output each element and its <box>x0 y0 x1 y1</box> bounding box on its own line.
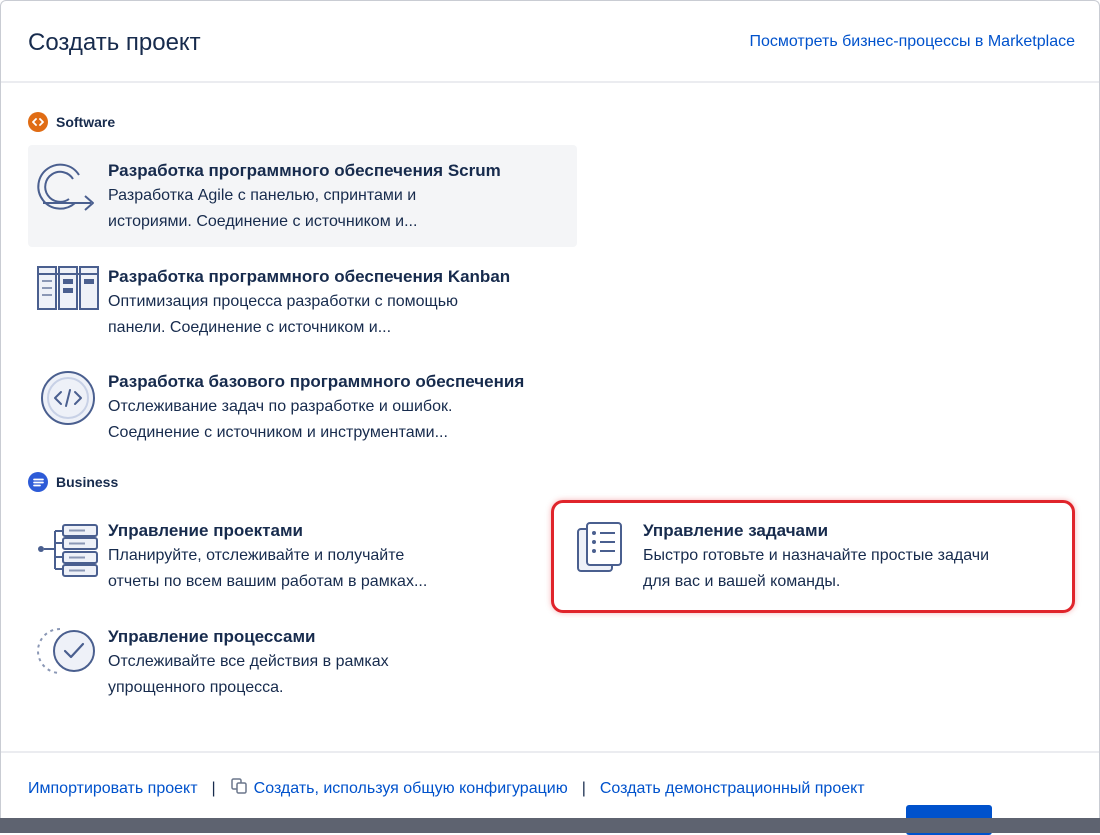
marketplace-link[interactable]: Посмотреть бизнес-процессы в Marketplace <box>749 33 1075 51</box>
import-project-link[interactable]: Импортировать проект <box>28 779 198 799</box>
template-name: Управление проектами <box>108 521 303 540</box>
shared-config-link[interactable]: Создать, используя общую конфигурацию <box>230 777 568 801</box>
template-basic-software[interactable]: Разработка базового программного обеспеч… <box>28 356 577 456</box>
page-title: Создать проект <box>28 29 201 56</box>
highlight-box <box>551 500 1075 613</box>
demo-project-link[interactable]: Создать демонстрационный проект <box>600 779 865 799</box>
process-check-icon <box>28 611 108 711</box>
code-circle-icon <box>28 356 108 456</box>
template-desc-line: Оптимизация процесса разработки с помощь… <box>108 293 459 310</box>
template-desc-line: Отслеживайте все действия в рамках <box>108 653 389 670</box>
dialog-header: Создать проект Посмотреть бизнес-процесс… <box>1 1 1099 83</box>
project-tree-icon <box>28 505 108 605</box>
shared-config-label: Создать, используя общую конфигурацию <box>253 780 568 798</box>
template-name: Разработка базового программного обеспеч… <box>108 372 525 391</box>
document-lines-icon <box>28 472 48 492</box>
backdrop-bar <box>0 818 1100 833</box>
section-label-business: Business <box>28 472 118 492</box>
separator: | <box>211 780 216 797</box>
template-name: Разработка программного обеспечения Kanb… <box>108 267 511 286</box>
template-desc-line: Планируйте, отслеживайте и получайте <box>108 547 405 564</box>
template-desc-line: упрощенного процесса. <box>108 679 284 696</box>
template-scrum[interactable]: Разработка программного обеспечения Scru… <box>28 145 577 247</box>
template-desc-line: панели. Соединение с источником и... <box>108 319 392 336</box>
section-label-software: Software <box>28 112 115 132</box>
section-title: Software <box>56 114 116 130</box>
scrum-cycle-icon <box>28 145 108 247</box>
template-kanban[interactable]: Разработка программного обеспечения Kanb… <box>28 251 577 351</box>
create-project-dialog: Создать проект Посмотреть бизнес-процесс… <box>0 0 1100 819</box>
section-title: Business <box>56 474 119 490</box>
template-desc-line: отчеты по всем вашим работам в рамках... <box>108 573 428 590</box>
code-brackets-icon <box>28 112 48 132</box>
template-process-management[interactable]: Управление процессами Отслеживайте все д… <box>28 611 548 711</box>
template-name: Управление процессами <box>108 627 316 646</box>
template-project-management[interactable]: Управление проектами Планируйте, отслежи… <box>28 505 548 605</box>
template-name: Разработка программного обеспечения Scru… <box>108 161 501 180</box>
copy-icon <box>230 777 248 801</box>
footer-links: Импортировать проект | Создать, использу… <box>28 777 865 801</box>
template-desc-line: историями. Соединение с источником и... <box>108 213 418 230</box>
template-desc-line: Соединение с источником и инструментами.… <box>108 424 448 441</box>
kanban-board-icon <box>28 251 108 351</box>
template-desc-line: Разработка Agile с панелью, спринтами и <box>108 187 417 204</box>
separator: | <box>581 780 586 797</box>
template-desc-line: Отслеживание задач по разработке и ошибо… <box>108 398 453 415</box>
